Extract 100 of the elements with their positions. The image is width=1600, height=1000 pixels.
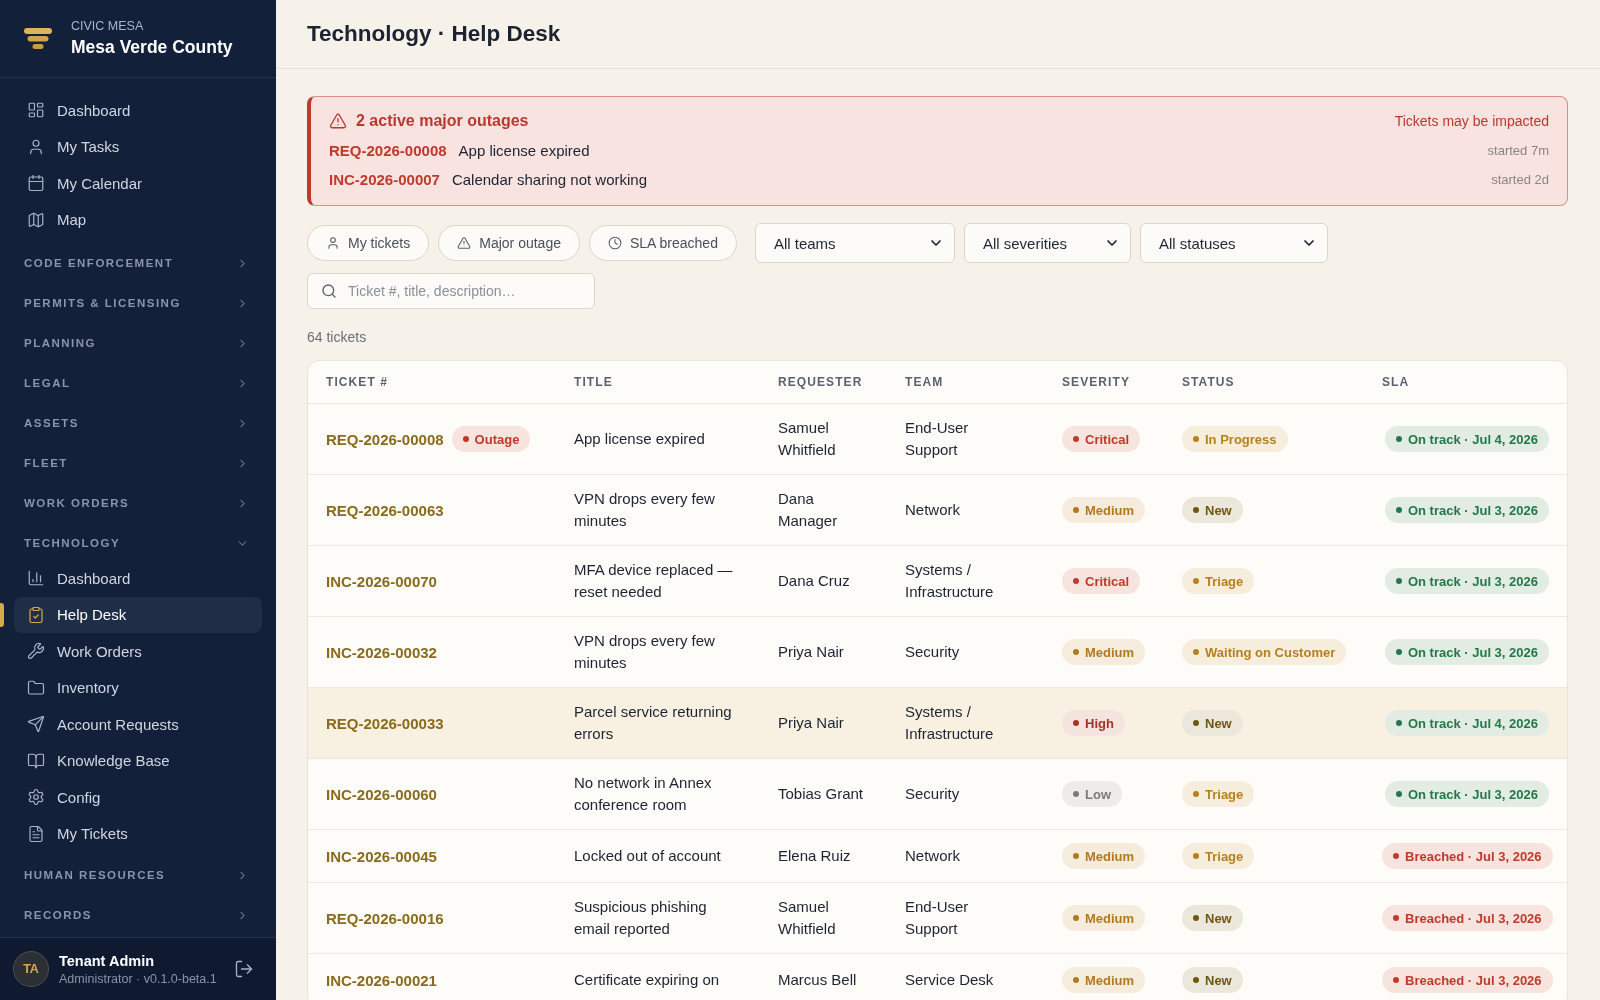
brand-eyebrow: CIVIC MESA	[71, 19, 145, 34]
nav-item[interactable]: Config	[14, 779, 262, 816]
nav-item[interactable]: Inventory	[14, 669, 262, 706]
alert-note: Tickets may be impacted	[1394, 113, 1549, 129]
ticket-link[interactable]: REQ-2026-00016	[326, 909, 444, 927]
started-time: started 7m	[1487, 143, 1549, 158]
sla-label: Breached · Jul 3, 2026	[1405, 848, 1542, 864]
nav-section-toggle[interactable]: HUMAN RESOURCES	[14, 858, 262, 892]
table-row[interactable]: INC-2026-00045 Locked out of account Elena Ruiz Network Medium Triage Breached · Jul 3, 2026	[308, 830, 1567, 883]
nav-item[interactable]: Work Orders	[14, 633, 262, 670]
ticket-title: Parcel service returning errors	[574, 702, 733, 744]
requester-name: Dana Manager	[778, 489, 839, 531]
nav-section-toggle[interactable]: PERMITS & LICENSING	[14, 286, 262, 320]
active-indicator-icon	[0, 602, 4, 627]
filter-select[interactable]: All statuses	[1139, 223, 1328, 263]
status-label: Waiting on Customer	[1205, 644, 1336, 660]
requester-name: Priya Nair	[778, 642, 844, 662]
filter-select[interactable]: All teams	[754, 223, 955, 263]
ticket-link[interactable]: REQ-2026-00008	[326, 430, 444, 448]
nav-section-toggle[interactable]: FLEET	[14, 446, 262, 480]
map-icon	[27, 210, 45, 229]
person-icon	[27, 137, 45, 156]
clock-icon	[607, 236, 622, 250]
sla-label: Breached · Jul 3, 2026	[1405, 910, 1542, 926]
requester-name: Samuel Whitfield	[778, 418, 837, 460]
requester-name: Samuel Whitfield	[778, 897, 837, 939]
started-time: started 2d	[1491, 172, 1549, 187]
nav-section-toggle[interactable]: RECORDS	[14, 898, 262, 932]
search-icon	[321, 283, 337, 299]
nav-section-toggle[interactable]: CODE ENFORCEMENT	[14, 246, 262, 280]
filter-select[interactable]: All severities	[963, 223, 1131, 263]
column-header: STATUS	[1182, 375, 1235, 389]
ticket-title: Certificate expiring on	[574, 970, 720, 990]
outage-ticket-link[interactable]: INC-2026-00007	[329, 171, 440, 188]
logo-icon	[24, 28, 52, 49]
user-avatar: TA	[13, 951, 49, 987]
ticket-title: VPN drops every few minutes	[574, 489, 716, 531]
ticket-link[interactable]: INC-2026-00060	[326, 785, 437, 803]
nav-item[interactable]: Dashboard	[14, 560, 262, 597]
ticket-title: MFA device replaced — reset needed	[574, 560, 734, 602]
column-header: TITLE	[574, 375, 613, 389]
ticket-link[interactable]: INC-2026-00021	[326, 971, 437, 989]
nav-item[interactable]: My Tasks	[14, 128, 262, 165]
nav-item[interactable]: Dashboard	[14, 92, 262, 129]
nav-item[interactable]: Map	[14, 201, 262, 238]
severity-label: Critical	[1085, 431, 1130, 447]
nav-section-toggle[interactable]: ASSETS	[14, 406, 262, 440]
table-row[interactable]: REQ-2026-00016 Suspicious phishing email reported Samuel Whitfield End-User Support Medium New Breached · Jul 3, 2026	[308, 883, 1567, 954]
tag-label: Outage	[474, 431, 520, 447]
user-role: Administrator · v0.1.0-beta.1	[59, 971, 217, 986]
sla-label: On track · Jul 4, 2026	[1407, 715, 1538, 731]
ticket-count: 64 tickets	[307, 328, 367, 346]
ticket-title: App license expired	[574, 429, 705, 449]
requester-name: Tobias Grant	[778, 784, 864, 804]
wrench-icon	[27, 642, 45, 661]
table-row[interactable]: INC-2026-00021 Certificate expiring on Marcus Bell Service Desk Medium New Breached · Jul 3, 2026	[308, 954, 1567, 1000]
team-name: End-User Support	[905, 418, 970, 460]
ticket-link[interactable]: INC-2026-00045	[326, 847, 437, 865]
folder-icon	[27, 678, 45, 697]
warning-icon	[457, 236, 472, 250]
filter-chip[interactable]: Major outage	[438, 225, 580, 261]
outage-ticket-link[interactable]: REQ-2026-00008	[329, 142, 447, 159]
filter-chip[interactable]: SLA breached	[588, 225, 737, 261]
column-header: SLA	[1382, 375, 1410, 389]
nav-item[interactable]: My Tickets	[14, 815, 262, 852]
nav-section-toggle[interactable]: LEGAL	[14, 366, 262, 400]
table-row[interactable]: INC-2026-00060 No network in Annex conference room Tobias Grant Security Low Triage On track · Jul 3, 2026	[308, 759, 1567, 830]
ticket-link[interactable]: INC-2026-00032	[326, 643, 437, 661]
user-name: Tenant Admin	[59, 952, 155, 969]
sla-label: On track · Jul 4, 2026	[1407, 431, 1538, 447]
table-row[interactable]: INC-2026-00070 MFA device replaced — reset needed Dana Cruz Systems / Infrastructure Critical Triage On track · Jul 3, 2026	[308, 546, 1567, 617]
team-name: Systems / Infrastructure	[905, 702, 995, 744]
severity-label: Critical	[1085, 573, 1130, 589]
nav-section-toggle[interactable]: PLANNING	[14, 326, 262, 360]
ticket-link[interactable]: REQ-2026-00063	[326, 501, 444, 519]
severity-label: Medium	[1085, 910, 1135, 926]
filter-chip[interactable]: My tickets	[307, 225, 430, 261]
table-row[interactable]: REQ-2026-00008 Outage App license expired Samuel Whitfield End-User Support Critical In Progress On track · Jul 4, 2026	[308, 404, 1567, 475]
ticket-title: Locked out of account	[574, 846, 721, 866]
document-icon	[27, 824, 45, 843]
nav-section-toggle[interactable]: TECHNOLOGY	[14, 526, 262, 560]
requester-name: Dana Cruz	[778, 571, 850, 591]
search-field[interactable]: Ticket #, title, description…	[307, 273, 595, 309]
status-label: Triage	[1205, 786, 1244, 802]
dashboard-icon	[27, 101, 45, 120]
logout-icon[interactable]	[234, 959, 254, 979]
book-icon	[27, 751, 45, 770]
table-row[interactable]: REQ-2026-00063 VPN drops every few minutes Dana Manager Network Medium New On track · Jul 3, 2026	[308, 475, 1567, 546]
nav-item[interactable]: Account Requests	[14, 706, 262, 743]
clipboard-check-icon	[27, 605, 45, 624]
ticket-link[interactable]: REQ-2026-00033	[326, 714, 444, 732]
nav-item[interactable]: My Calendar	[14, 165, 262, 202]
severity-label: Medium	[1085, 972, 1135, 988]
ticket-title: No network in Annex conference room	[574, 773, 713, 815]
sla-label: On track · Jul 3, 2026	[1407, 502, 1538, 518]
nav-section-toggle[interactable]: WORK ORDERS	[14, 486, 262, 520]
nav-item[interactable]: Knowledge Base	[14, 742, 262, 779]
table-row[interactable]: REQ-2026-00033 Parcel service returning errors Priya Nair Systems / Infrastructure High New On track · Jul 4, 2026	[308, 688, 1567, 759]
severity-label: High	[1085, 715, 1114, 731]
ticket-link[interactable]: INC-2026-00070	[326, 572, 437, 590]
